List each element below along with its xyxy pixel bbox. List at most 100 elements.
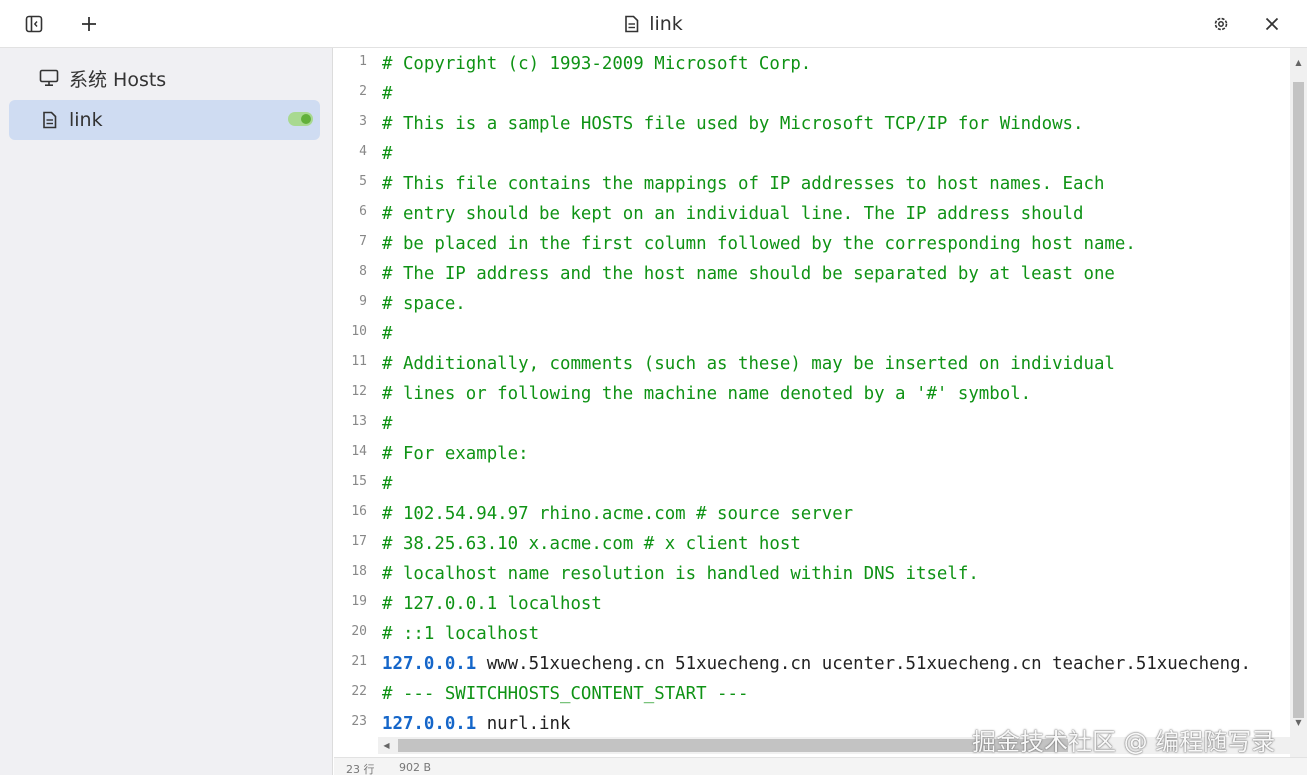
- line-content: # localhost name resolution is handled w…: [382, 560, 979, 588]
- file-size: 902 B: [399, 761, 432, 774]
- comment-text: # space.: [382, 294, 466, 314]
- line-number: 20: [351, 624, 367, 639]
- editor-line[interactable]: 3 # This is a sample HOSTS file used by M…: [334, 114, 1294, 146]
- line-number: 8: [359, 264, 367, 279]
- line-number: 18: [351, 564, 367, 579]
- editor-line[interactable]: 1 # Copyright (c) 1993-2009 Microsoft Cor…: [334, 54, 1294, 86]
- line-number: 5: [359, 174, 367, 189]
- add-button[interactable]: [77, 12, 101, 36]
- line-content: # Additionally, comments (such as these)…: [382, 350, 1115, 378]
- title-bar: link: [0, 0, 1307, 48]
- comment-text: # Copyright (c) 1993-2009 Microsoft Corp…: [382, 54, 812, 74]
- comment-text: # This is a sample HOSTS file used by Mi…: [382, 114, 1084, 134]
- comment-text: # This file contains the mappings of IP …: [382, 174, 1105, 194]
- comment-text: # The IP address and the host name shoul…: [382, 264, 1115, 284]
- sidebar-toggle-icon: [25, 15, 43, 33]
- comment-text: #: [382, 324, 393, 344]
- hosts-enable-toggle[interactable]: [288, 112, 313, 126]
- close-icon: [1265, 17, 1279, 31]
- line-content: 127.0.0.1 nurl.ink: [382, 710, 570, 738]
- line-number: 3: [359, 114, 367, 129]
- line-number: 16: [351, 504, 367, 519]
- hosts-editor[interactable]: 1 # Copyright (c) 1993-2009 Microsoft Cor…: [334, 48, 1307, 757]
- line-content: # --- SWITCHHOSTS_CONTENT_START ---: [382, 680, 748, 708]
- file-icon: [38, 109, 60, 131]
- hostnames-text: nurl.ink: [476, 714, 571, 734]
- comment-text: # --- SWITCHHOSTS_CONTENT_START ---: [382, 684, 749, 704]
- sidebar-item-system-hosts[interactable]: 系统 Hosts: [9, 58, 320, 98]
- toggle-knob: [301, 114, 311, 124]
- line-content: # 102.54.94.97 rhino.acme.com # source s…: [382, 500, 853, 528]
- file-icon: [625, 15, 639, 33]
- line-number: 19: [351, 594, 367, 609]
- comment-text: #: [382, 474, 393, 494]
- line-number: 17: [351, 534, 367, 549]
- line-number: 15: [351, 474, 367, 489]
- window-title: link: [0, 0, 1307, 48]
- settings-button[interactable]: [1209, 12, 1233, 36]
- line-number: 13: [351, 414, 367, 429]
- line-number: 7: [359, 234, 367, 249]
- line-content: # lines or following the machine name de…: [382, 380, 1031, 408]
- watermark: 掘金技术社区 @ 编程随写录: [972, 728, 1276, 756]
- comment-text: #: [382, 414, 393, 434]
- line-number: 9: [359, 294, 367, 309]
- comment-text: # Additionally, comments (such as these)…: [382, 354, 1115, 374]
- horizontal-scroll-thumb[interactable]: [398, 739, 1068, 752]
- editor-line[interactable]: 8 # The IP address and the host name shou…: [334, 264, 1294, 296]
- vertical-scrollbar[interactable]: ▲ ▼: [1290, 48, 1307, 757]
- comment-text: #: [382, 144, 393, 164]
- line-number: 2: [359, 84, 367, 99]
- line-content: # The IP address and the host name shoul…: [382, 260, 1115, 288]
- line-content: # Copyright (c) 1993-2009 Microsoft Corp…: [382, 50, 811, 78]
- line-number: 23: [351, 714, 367, 729]
- window-title-text: link: [649, 13, 683, 35]
- comment-text: # entry should be kept on an individual …: [382, 204, 1084, 224]
- ip-address: 127.0.0.1: [382, 714, 477, 734]
- comment-text: #: [382, 84, 393, 104]
- line-content: # 38.25.63.10 x.acme.com # x client host: [382, 530, 801, 558]
- line-content: 127.0.0.1 www.51xuecheng.cn 51xuecheng.c…: [382, 650, 1251, 678]
- editor-line[interactable]: 12 # lines or following the machine name …: [334, 384, 1294, 416]
- sidebar-toggle-button[interactable]: [22, 12, 46, 36]
- comment-text: # ::1 localhost: [382, 624, 540, 644]
- comment-text: # 102.54.94.97 rhino.acme.com # source s…: [382, 504, 854, 524]
- line-number: 4: [359, 144, 367, 159]
- status-bar: 23 行 902 B: [334, 757, 1307, 776]
- line-content: #: [382, 320, 392, 348]
- line-content: #: [382, 410, 392, 438]
- ip-address: 127.0.0.1: [382, 654, 477, 674]
- line-number: 21: [351, 654, 367, 669]
- sidebar: 系统 Hosts link: [0, 48, 333, 775]
- line-content: # be placed in the first column followed…: [382, 230, 1136, 258]
- line-number: 22: [351, 684, 367, 699]
- line-number: 1: [359, 54, 367, 69]
- line-number: 11: [351, 354, 367, 369]
- line-content: # For example:: [382, 440, 529, 468]
- comment-text: # For example:: [382, 444, 529, 464]
- close-button[interactable]: [1260, 12, 1284, 36]
- editor-line[interactable]: 9 # space.: [334, 294, 1294, 326]
- editor-line[interactable]: 14 # For example:: [334, 444, 1294, 476]
- sidebar-item-label: link: [69, 109, 103, 131]
- line-content: # ::1 localhost: [382, 620, 539, 648]
- line-content: #: [382, 80, 392, 108]
- sidebar-item-label: 系统 Hosts: [69, 68, 167, 91]
- vertical-scroll-thumb[interactable]: [1293, 82, 1304, 718]
- scroll-up-icon[interactable]: ▲: [1290, 54, 1307, 71]
- line-content: # entry should be kept on an individual …: [382, 200, 1084, 228]
- plus-icon: [82, 17, 96, 31]
- monitor-icon: [38, 67, 60, 89]
- line-content: # 127.0.0.1 localhost: [382, 590, 602, 618]
- sidebar-item-link[interactable]: link: [9, 100, 320, 140]
- scroll-left-icon[interactable]: ◀: [378, 737, 395, 754]
- hostnames-text: www.51xuecheng.cn 51xuecheng.cn ucenter.…: [476, 654, 1252, 674]
- line-number: 14: [351, 444, 367, 459]
- comment-text: # be placed in the first column followed…: [382, 234, 1136, 254]
- gear-icon: [1214, 17, 1228, 31]
- line-content: # This file contains the mappings of IP …: [382, 170, 1104, 198]
- line-number: 10: [351, 324, 367, 339]
- comment-text: # lines or following the machine name de…: [382, 384, 1032, 404]
- scroll-down-icon[interactable]: ▼: [1290, 714, 1307, 731]
- line-number: 6: [359, 204, 367, 219]
